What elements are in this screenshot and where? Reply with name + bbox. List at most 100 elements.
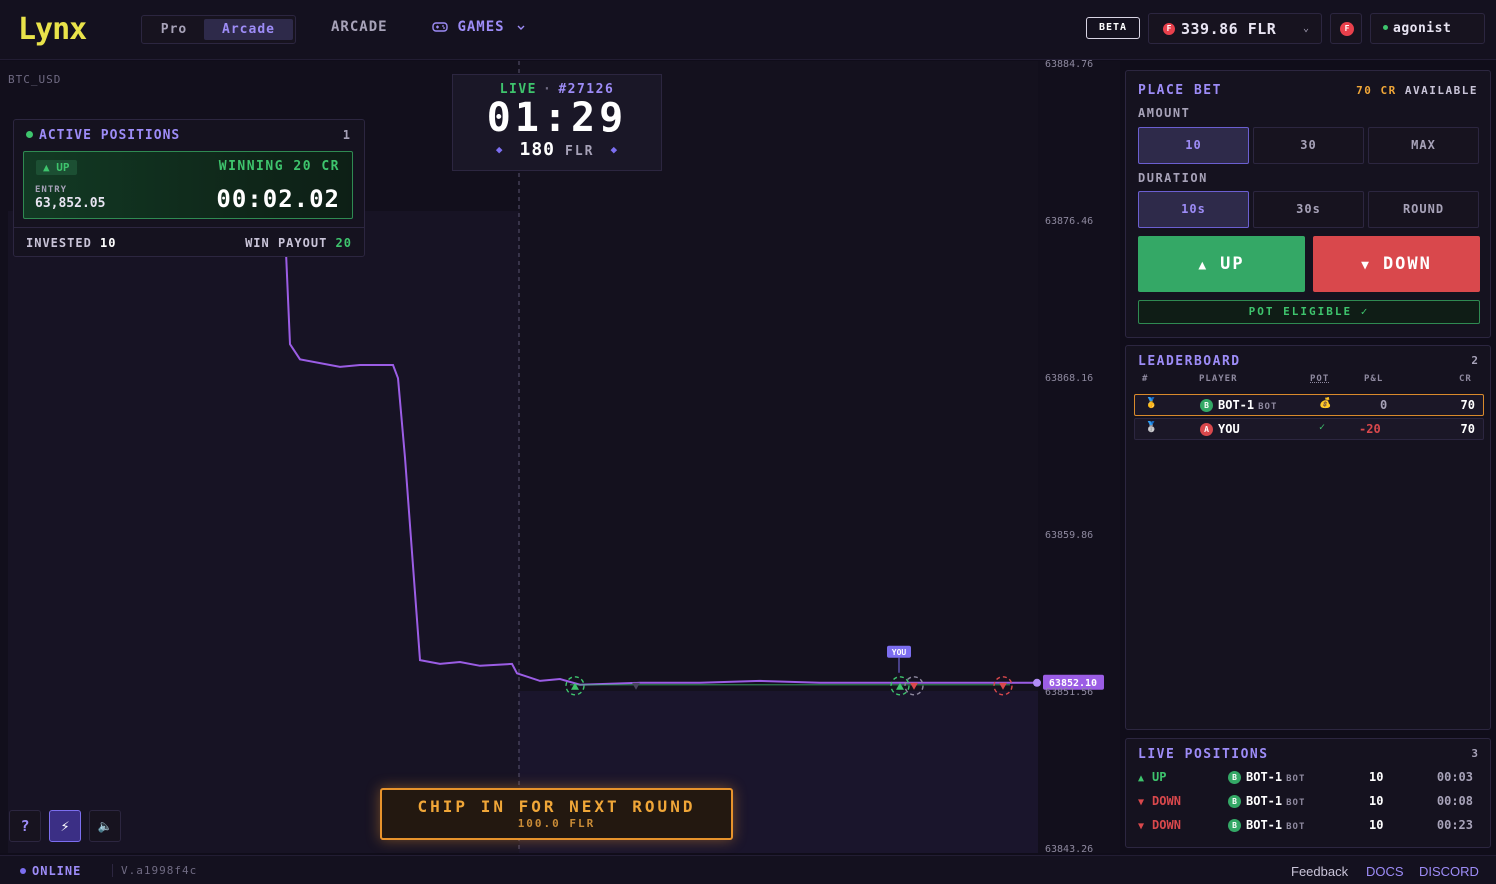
feedback-link[interactable]: Feedback [1291,864,1348,879]
avatar: B [1228,771,1241,784]
status-dot-icon [20,868,26,874]
player-name: YOU [1218,422,1240,436]
status-label: ONLINE [32,864,82,878]
invested: INVESTED 10 [26,236,116,250]
triangle-up-icon: ▲ [1198,258,1209,273]
payout-label: WIN PAYOUT [245,236,328,250]
invested-value: 10 [100,236,117,250]
duration-option-round[interactable]: ROUND [1368,191,1479,228]
live-position-row[interactable]: ▼ DOWN B BOT-1 BOT 10 00:23 [1138,818,1483,838]
pnl-value: 0 [1380,398,1388,412]
position-amount: 10 [1369,818,1384,832]
live-dot-icon [26,131,33,138]
place-bet-title: PLACE BET [1138,83,1222,98]
position-footer: INVESTED 10 WIN PAYOUT 20 [14,227,364,257]
duration-option-30s[interactable]: 30s [1253,191,1364,228]
triangle-down-icon: ▼ [1361,258,1371,273]
sound-button[interactable]: 🔈 [89,810,121,842]
mode-toggle: Pro Arcade [141,15,296,44]
position-amount: 10 [1369,770,1384,784]
gamepad-icon [432,22,448,32]
available-credits: 70 CR AVAILABLE [1356,84,1478,97]
position-timer: 00:02.02 [216,185,340,213]
col-cr: CR [1459,374,1472,384]
available-value: 70 CR [1356,84,1397,97]
pot-unit: FLR [565,144,595,159]
y-tick-label: 63859.86 [1045,530,1094,541]
bet-down-label: DOWN [1382,254,1432,274]
chip-in-button[interactable]: CHIP IN FOR NEXT ROUND 100.0 FLR [380,788,733,840]
diamond-icon: ◆ [610,143,619,156]
position-card[interactable]: ▲ UP WINNING 20 CR ENTRY 63,852.05 00:02… [23,151,353,219]
direction-label: DOWN [1152,794,1181,808]
position-direction: UP [56,161,70,174]
live-position-row[interactable]: ▲ UP B BOT-1 BOT 10 00:03 [1138,770,1483,790]
amount-option-30[interactable]: 30 [1253,127,1364,164]
duration-option-10s[interactable]: 10s [1138,191,1249,228]
bot-tag: BOT [1286,822,1306,832]
position-direction: ▼ DOWN [1138,818,1181,832]
docs-link[interactable]: DOCS [1366,864,1404,879]
user-menu[interactable]: agonist [1370,13,1485,44]
pot-amount: 180 [519,139,556,160]
round-pot: ◆ 180 FLR ◆ [453,139,661,160]
win-payout: WIN PAYOUT 20 [245,236,352,250]
bet-up-button[interactable]: ▲ UP [1138,236,1305,292]
position-status: WINNING 20 CR [218,159,340,174]
current-price-dot [1033,678,1041,687]
flr-coin-icon: F [1163,23,1175,35]
bot-tag: BOT [1286,798,1306,808]
silver-medal-icon: 🥈 [1145,422,1158,433]
place-bet-panel: PLACE BET 70 CR AVAILABLE AMOUNT 10 30 M… [1125,70,1491,338]
you-marker-label: YOU [892,648,907,657]
mode-arcade-option[interactable]: Arcade [204,19,293,40]
position-amount: 10 [1369,794,1384,808]
nav-games-dropdown[interactable]: GAMES [432,19,528,35]
cr-value: 70 [1460,398,1475,412]
chip-in-amount: 100.0 FLR [517,817,596,830]
y-tick-label: 63843.26 [1045,844,1094,855]
balance-dropdown[interactable]: F 339.86 FLR ⌄ [1148,13,1322,44]
direction-label: DOWN [1152,818,1181,832]
turbo-button[interactable]: ⚡ [49,810,81,842]
live-positions-count: 3 [1471,747,1478,760]
username: agonist [1393,21,1452,36]
status-bar: ONLINE V.a1998f4c Feedback DOCS DISCORD [0,855,1496,884]
balance-amount: 339.86 FLR [1181,20,1277,38]
y-tick-label: 63868.16 [1045,373,1094,384]
discord-link[interactable]: DISCORD [1419,864,1479,879]
lynx-logo[interactable]: Lynx [18,12,87,47]
version-label: V.a1998f4c [112,864,197,877]
direction-label: UP [1152,770,1167,784]
col-rank: # [1142,374,1149,384]
live-positions-title: LIVE POSITIONS [1138,747,1269,762]
online-dot-icon [1383,25,1388,30]
diamond-icon: ◆ [495,143,504,156]
triangle-down-icon: ▼ [1138,797,1145,808]
active-positions-panel: ACTIVE POSITIONS 1 ▲ UP WINNING 20 CR EN… [13,119,365,257]
col-player: PLAYER [1199,374,1238,384]
chevron-down-icon: ⌄ [1302,23,1309,34]
live-position-row[interactable]: ▼ DOWN B BOT-1 BOT 10 00:08 [1138,794,1483,814]
position-direction: ▲ UP [1138,770,1166,784]
nav-arcade-link[interactable]: ARCADE [331,19,388,35]
player-name: BOT-1 [1246,770,1283,784]
duration-label: DURATION [1138,171,1208,185]
beta-badge: BETA [1086,17,1140,39]
active-positions-title: ACTIVE POSITIONS [26,128,180,143]
help-button[interactable]: ? [9,810,41,842]
position-time: 00:08 [1436,794,1473,808]
player-name: BOT-1 [1246,818,1283,832]
flr-token-button[interactable]: F [1330,13,1362,44]
money-bag-icon: 💰 [1319,398,1332,409]
leaderboard-row[interactable]: 🥈 A YOU ✓ -20 70 [1134,418,1484,440]
bet-up-label: UP [1220,254,1245,274]
entry-value: 63,852.05 [35,196,106,211]
top-bar: Lynx Pro Arcade ARCADE GAMES BETA F 339.… [0,0,1496,60]
amount-option-max[interactable]: MAX [1368,127,1479,164]
amount-option-10[interactable]: 10 [1138,127,1249,164]
round-timer-box: LIVE · #27126 01:29 ◆ 180 FLR ◆ [452,74,662,171]
leaderboard-row[interactable]: 🥇 B BOT-1 BOT 💰 0 70 [1134,394,1484,416]
mode-pro-option[interactable]: Pro [146,19,202,40]
bet-down-button[interactable]: ▼ DOWN [1313,236,1480,292]
